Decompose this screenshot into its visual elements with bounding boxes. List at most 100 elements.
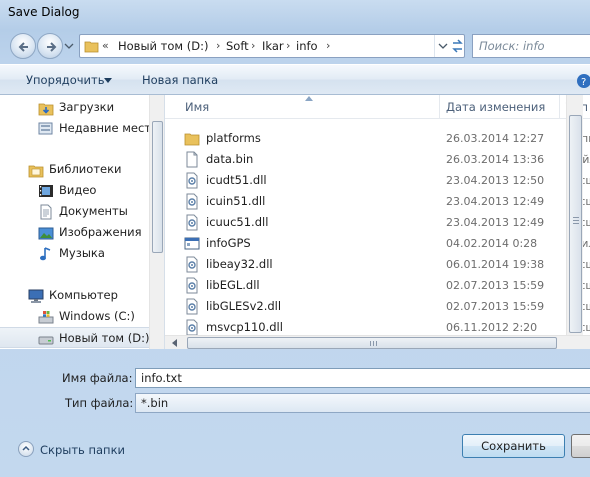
dll-icon <box>186 277 198 294</box>
file-date: 06.01.2014 19:38 <box>446 258 545 271</box>
file-date: 06.11.2012 2:20 <box>446 321 538 334</box>
file-row[interactable]: libeay32.dll06.01.2014 19:38Расш <box>165 254 590 275</box>
file-name: libGLESv2.dll <box>206 299 282 313</box>
file-list-horizontal-scrollbar[interactable] <box>165 335 590 349</box>
dll-icon <box>186 193 198 210</box>
breadcrumb-ikar[interactable]: Ikar <box>262 39 284 53</box>
nav-item-video[interactable]: Видео <box>0 180 150 201</box>
nav-item-label: Новый том (D:) <box>59 331 150 345</box>
new-folder-button[interactable]: Новая папка <box>142 73 218 87</box>
hide-folders-label: Скрыть папки <box>40 443 125 457</box>
window-title: Save Dialog <box>8 5 80 19</box>
folder-icon <box>84 41 99 53</box>
column-divider[interactable] <box>559 95 560 119</box>
dll-icon <box>186 214 198 231</box>
downloads-folder-icon <box>38 103 54 116</box>
file-row[interactable]: infoGPS04.02.2014 0:28Прил <box>165 233 590 254</box>
file-list-vertical-scrollbar[interactable] <box>566 95 583 335</box>
vertical-scrollbar-thumb[interactable] <box>569 115 582 333</box>
back-button[interactable] <box>10 33 36 59</box>
nav-item-label: Windows (C:) <box>59 309 135 323</box>
column-divider[interactable] <box>439 95 440 119</box>
column-date[interactable]: Дата изменения <box>446 100 545 114</box>
title-bar[interactable]: Save Dialog <box>0 0 590 28</box>
refresh-icon <box>452 39 463 53</box>
nav-item-label: Видео <box>59 183 97 197</box>
file-row[interactable]: platforms26.03.2014 12:27Папк <box>165 128 590 149</box>
help-icon: ? <box>577 74 590 88</box>
nav-scrollbar-thumb[interactable] <box>152 121 163 253</box>
documents-library-icon <box>40 204 52 220</box>
nav-item-label: Музыка <box>59 246 105 260</box>
nav-item-libraries[interactable]: Библиотеки <box>0 159 150 180</box>
nav-item-downloads[interactable]: Загрузки <box>0 97 150 118</box>
filetype-value: *.bin <box>141 396 169 410</box>
address-history-button[interactable] <box>434 35 450 57</box>
folder-icon <box>184 133 200 146</box>
grip-line <box>573 220 579 221</box>
search-input[interactable]: Поиск: info <box>472 34 590 58</box>
nav-item-music[interactable]: Музыка <box>0 243 150 264</box>
dll-icon <box>186 256 198 273</box>
nav-item-recent-places[interactable]: Недавние места <box>0 118 158 139</box>
organize-menu-button[interactable]: Упорядочить <box>26 73 105 87</box>
file-date: 26.03.2014 12:27 <box>446 132 545 145</box>
address-bar[interactable]: « Новый том (D:) › Soft › Ikar › info › <box>79 34 465 58</box>
file-date: 26.03.2014 13:36 <box>446 153 545 166</box>
breadcrumb-separator[interactable]: › <box>326 39 330 52</box>
grip-line <box>573 223 579 224</box>
file-row[interactable]: libGLESv2.dll02.07.2013 15:59Расш <box>165 296 590 317</box>
file-name: libEGL.dll <box>206 278 260 292</box>
filetype-label: Тип файла: <box>65 396 134 410</box>
chevron-down-icon <box>438 43 448 49</box>
refresh-button[interactable] <box>450 35 465 57</box>
nav-item-drive-d[interactable]: Новый том (D:) <box>0 327 150 348</box>
column-name[interactable]: Имя <box>185 100 209 114</box>
scroll-left-icon[interactable] <box>169 338 181 348</box>
cancel-button[interactable] <box>571 434 590 458</box>
recent-pages-chevron-icon[interactable] <box>64 42 74 50</box>
file-row[interactable]: icudt51.dll23.04.2013 12:50Расш <box>165 170 590 191</box>
file-row[interactable]: icuin51.dll23.04.2013 12:49Расш <box>165 191 590 212</box>
file-date: 02.07.2013 15:59 <box>446 300 545 313</box>
breadcrumb-separator[interactable]: › <box>251 39 255 52</box>
forward-arrow-icon <box>47 42 57 52</box>
breadcrumb-info[interactable]: info <box>296 39 318 53</box>
forward-button[interactable] <box>37 33 63 59</box>
nav-item-documents[interactable]: Документы <box>0 201 150 222</box>
file-row[interactable]: data.bin26.03.2014 13:36Файл <box>165 149 590 170</box>
breadcrumb-soft[interactable]: Soft <box>226 39 249 53</box>
nav-item-computer[interactable]: Компьютер <box>0 285 150 306</box>
system-drive-icon <box>38 311 54 324</box>
grip-line <box>373 341 374 346</box>
filename-input[interactable]: info.txt <box>135 368 590 388</box>
search-placeholder: Поиск: info <box>479 39 545 53</box>
file-date: 23.04.2013 12:49 <box>446 216 545 229</box>
command-toolbar: Упорядочить Новая папка ? <box>0 64 590 95</box>
dll-icon <box>186 172 198 189</box>
nav-item-label: Документы <box>59 204 128 218</box>
breadcrumb-separator[interactable]: › <box>216 39 220 52</box>
file-row[interactable]: icuuc51.dll23.04.2013 12:49Расш <box>165 212 590 233</box>
help-button[interactable]: ? <box>574 71 590 91</box>
recent-places-icon <box>38 122 53 135</box>
video-library-icon <box>39 185 53 197</box>
file-name: infoGPS <box>206 236 251 250</box>
breadcrumb-overflow[interactable]: « <box>102 39 109 52</box>
breadcrumb-separator[interactable]: › <box>286 39 290 52</box>
horizontal-scrollbar-thumb[interactable] <box>187 337 557 349</box>
filename-value: info.txt <box>141 371 182 385</box>
grip-line <box>370 341 371 346</box>
nav-item-drive-c[interactable]: Windows (C:) <box>0 306 150 327</box>
filetype-select[interactable]: *.bin <box>135 393 590 413</box>
save-button[interactable]: Сохранить <box>462 434 565 458</box>
music-library-icon <box>40 247 51 261</box>
nav-item-pictures[interactable]: Изображения <box>0 222 150 243</box>
svg-text:?: ? <box>581 77 586 88</box>
file-row[interactable]: libEGL.dll02.07.2013 15:59Расш <box>165 275 590 296</box>
nav-item-label: Компьютер <box>49 288 118 302</box>
organize-dropdown-arrow-icon[interactable] <box>104 78 112 83</box>
libraries-icon <box>28 165 44 178</box>
breadcrumb-drive[interactable]: Новый том (D:) <box>118 39 208 53</box>
nav-scrollbar[interactable] <box>149 95 164 349</box>
